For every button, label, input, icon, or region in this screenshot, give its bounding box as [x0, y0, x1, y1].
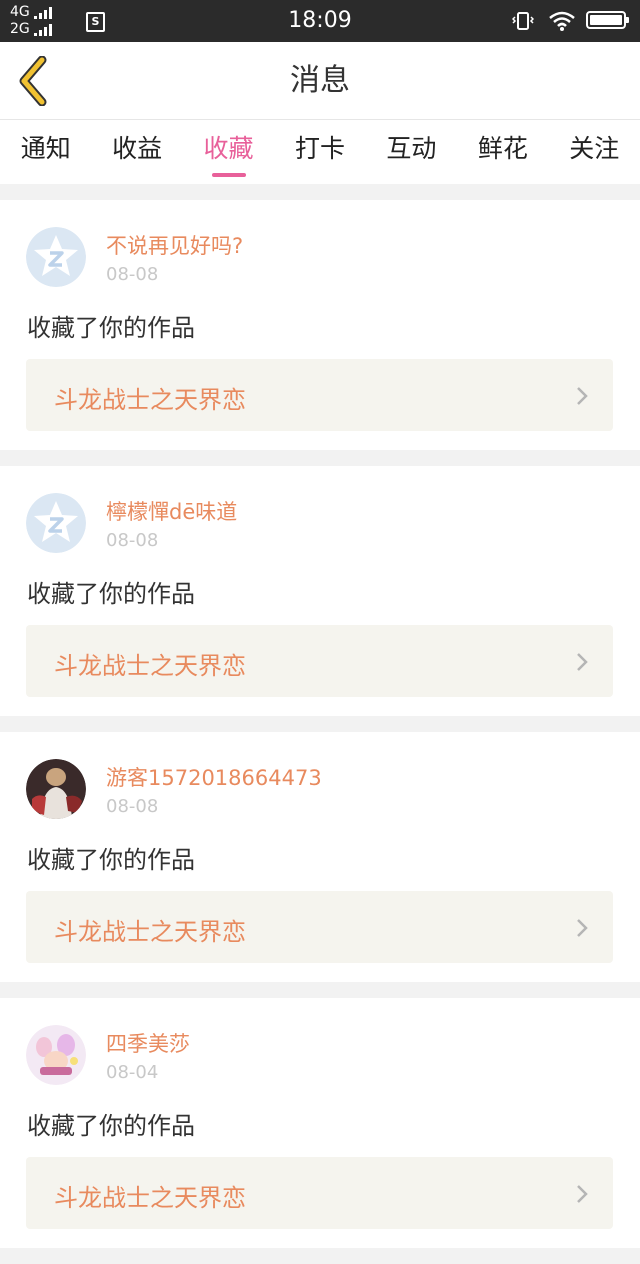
active-tab-indicator	[211, 173, 246, 177]
list-item: 不说再见好吗? 08-08 收藏了你的作品 斗龙战士之天界恋	[0, 200, 640, 450]
action-text: 收藏了你的作品	[27, 1112, 195, 1140]
username[interactable]: 四季美莎	[106, 1028, 190, 1058]
wifi-icon	[549, 11, 575, 31]
vibrate-icon	[512, 12, 534, 30]
user-illustration-avatar[interactable]	[26, 1025, 86, 1085]
list-item: 檸檬憚dē味道 08-08 收藏了你的作品 斗龙战士之天界恋	[0, 466, 640, 716]
message-list: 不说再见好吗? 08-08 收藏了你的作品 斗龙战士之天界恋 檸檬憚dē味道 0…	[0, 200, 640, 1264]
status-bar: 4G 2G S 18:09	[0, 0, 640, 42]
tab-notification[interactable]: 通知	[0, 120, 91, 184]
date: 08-04	[106, 1062, 159, 1083]
work-title: 斗龙战士之天界恋	[54, 1184, 246, 1212]
tab-label: 互动	[386, 134, 437, 163]
tab-follow[interactable]: 关注	[549, 120, 640, 184]
tab-label: 鲜花	[477, 134, 528, 163]
username[interactable]: 游客1572018664473	[106, 762, 322, 792]
work-link[interactable]: 斗龙战士之天界恋	[26, 359, 613, 431]
list-item: 四季美莎 08-04 收藏了你的作品 斗龙战士之天界恋	[0, 998, 640, 1248]
status-time: 18:09	[288, 8, 352, 33]
chevron-right-icon	[577, 1185, 588, 1203]
tab-bar: 通知 收益 收藏 打卡 互动 鲜花 关注	[0, 120, 640, 184]
chevron-right-icon	[577, 919, 588, 937]
list-item: 游客1572018664473 08-08 收藏了你的作品 斗龙战士之天界恋	[0, 732, 640, 982]
tab-earnings[interactable]: 收益	[91, 120, 182, 184]
chevron-right-icon	[577, 387, 588, 405]
tab-flowers[interactable]: 鲜花	[457, 120, 548, 184]
tab-favorites[interactable]: 收藏	[183, 120, 274, 184]
user-photo-avatar[interactable]	[26, 759, 86, 819]
tab-label: 通知	[20, 134, 71, 163]
tab-interaction[interactable]: 互动	[366, 120, 457, 184]
header: 消息	[0, 42, 640, 120]
username[interactable]: 檸檬憚dē味道	[106, 496, 237, 526]
tab-label: 收藏	[203, 134, 254, 163]
page-title: 消息	[290, 63, 350, 98]
action-text: 收藏了你的作品	[27, 580, 195, 608]
date: 08-08	[106, 264, 159, 285]
action-text: 收藏了你的作品	[27, 846, 195, 874]
action-text: 收藏了你的作品	[27, 314, 195, 342]
tab-label: 打卡	[294, 134, 345, 163]
username[interactable]: 不说再见好吗?	[106, 230, 243, 260]
work-title: 斗龙战士之天界恋	[54, 386, 246, 414]
battery-icon	[586, 11, 629, 29]
date: 08-08	[106, 796, 159, 817]
chevron-right-icon	[577, 653, 588, 671]
default-avatar-icon[interactable]	[26, 493, 86, 553]
tab-checkin[interactable]: 打卡	[274, 120, 365, 184]
work-link[interactable]: 斗龙战士之天界恋	[26, 1157, 613, 1229]
work-link[interactable]: 斗龙战士之天界恋	[26, 625, 613, 697]
work-link[interactable]: 斗龙战士之天界恋	[26, 891, 613, 963]
work-title: 斗龙战士之天界恋	[54, 652, 246, 680]
default-avatar-icon[interactable]	[26, 227, 86, 287]
date: 08-08	[106, 530, 159, 551]
work-title: 斗龙战士之天界恋	[54, 918, 246, 946]
tab-label: 收益	[112, 134, 163, 163]
tab-label: 关注	[569, 134, 620, 163]
